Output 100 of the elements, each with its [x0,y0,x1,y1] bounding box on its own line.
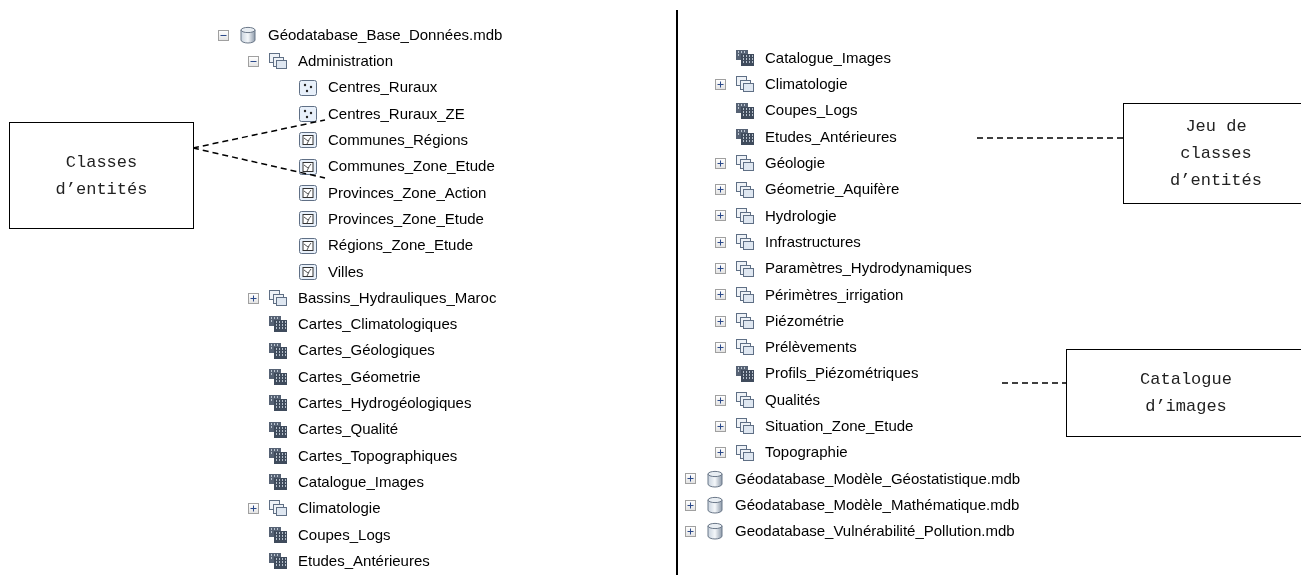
tree-item-label[interactable]: Villes [328,260,364,284]
tree-item-label[interactable]: Etudes_Antérieures [765,125,897,149]
expand-toggle[interactable] [715,289,726,301]
point-layer-icon [298,105,318,124]
tree-item-label[interactable]: Communes_Régions [328,129,469,152]
raster-grid-icon [268,394,288,413]
plus-icon [717,159,724,167]
collapse-toggle[interactable] [248,55,259,67]
polygon-layer-icon [298,262,318,281]
expand-toggle[interactable] [248,292,259,304]
stacked-squares-icon [735,391,755,409]
plus-icon [717,291,724,299]
collapse-toggle[interactable] [218,29,229,41]
expand-toggle[interactable] [685,526,696,537]
tree-item-label[interactable]: Topographie [765,441,848,464]
expand-toggle[interactable] [685,499,696,511]
stacked-squares-icon [735,259,755,278]
tree-item-label[interactable]: Geodatabase_Vulnérabilité_Pollution.mdb [735,520,1015,543]
raster-grid-icon [268,473,288,492]
stacked-squares-icon [268,499,288,518]
raster-grid-icon [735,49,755,68]
tree-item-label[interactable]: Provinces_Zone_Etude [328,207,484,231]
expand-toggle[interactable] [685,473,696,485]
stacked-squares-icon [268,289,288,308]
tree-item-label[interactable]: Géodatabase_Base_Données.mdb [268,23,503,47]
tree-item-label[interactable]: Qualités [765,388,821,412]
database-icon [705,496,725,515]
tree-item-label[interactable]: Régions_Zone_Etude [328,234,474,257]
raster-grid-icon [268,525,288,544]
raster-grid-icon [735,128,755,147]
tree-item-label[interactable]: Géodatabase_Modèle_Géostatistique.mdb [735,467,1021,491]
plus-icon [717,265,724,272]
tree-item-label[interactable]: Administration [298,50,394,73]
plus-icon [687,475,694,483]
raster-grid-icon [735,364,755,383]
callout-text: Catalogue d’images [1139,369,1233,418]
tree-item-label[interactable]: Cartes_Climatologiques [298,313,458,336]
polygon-layer-icon [298,131,318,150]
tree-item-label[interactable]: Climatologie [298,497,381,520]
tree-item-label[interactable]: Cartes_Géometrie [298,365,421,389]
raster-grid-icon [268,420,288,439]
stacked-squares-icon [735,233,755,252]
tree-item-label[interactable]: Profils_Piézométriques [765,362,919,385]
plus-icon [250,294,257,302]
tree-item-label[interactable]: Etudes_Antérieures [298,549,430,573]
tree-item-label[interactable]: Hydrologie [765,204,837,228]
expand-toggle[interactable] [715,184,726,196]
tree-item-label[interactable]: Périmètres_irrigation [765,283,904,307]
polygon-layer-icon [298,183,318,202]
tree-item-label[interactable]: Situation_Zone_Etude [765,415,914,438]
plus-icon [250,505,257,512]
plus-icon [717,449,724,457]
expand-toggle[interactable] [715,447,726,459]
plus-icon [717,317,724,325]
tree-item-label[interactable]: Climatologie [765,73,848,96]
plus-icon [717,238,724,246]
expand-toggle[interactable] [715,341,726,353]
expand-toggle[interactable] [715,236,726,248]
plus-icon [717,343,724,351]
tree-item-label[interactable]: Catalogue_Images [765,46,891,70]
tree-item-label[interactable]: Géometrie_Aquifère [765,178,900,201]
tree-item-label[interactable]: Cartes_Géologiques [298,339,435,362]
expand-toggle[interactable] [715,210,726,222]
tree-item-label[interactable]: Centres_Ruraux [328,76,438,99]
expand-toggle[interactable] [248,503,259,514]
tree-item-label[interactable]: Piézométrie [765,309,845,333]
stacked-squares-icon [735,312,755,331]
tree-item-label[interactable]: Provinces_Zone_Action [328,181,487,205]
tree-item-label[interactable]: Cartes_Topographiques [298,444,458,468]
tree-item-label[interactable]: Paramètres_Hydrodynamiques [765,257,972,280]
tree-item-label[interactable]: Prélèvements [765,336,857,359]
tree-item-label[interactable]: Géologie [765,152,826,175]
tree-item-label[interactable]: Coupes_Logs [298,523,391,547]
expand-toggle[interactable] [715,78,726,90]
database-icon [705,522,725,541]
tree-item-label[interactable]: Cartes_Hydrogéologiques [298,392,472,415]
tree-item-label[interactable]: Cartes_Qualité [298,418,399,441]
plus-icon [717,80,724,88]
expand-toggle[interactable] [715,394,726,406]
raster-grid-icon [268,315,288,334]
raster-grid-icon [268,341,288,360]
expand-toggle[interactable] [715,420,726,432]
point-layer-icon [298,78,318,97]
tree-item-label[interactable]: Infrastructures [765,230,861,254]
tree-item-label[interactable]: Géodatabase_Modèle_Mathématique.mdb [735,493,1020,517]
plus-icon [717,396,724,404]
polygon-layer-icon [298,210,318,229]
polygon-layer-icon [298,236,318,255]
expand-toggle[interactable] [715,263,726,274]
tree-item-label[interactable]: Bassins_Hydrauliques_Maroc [298,286,497,310]
expand-toggle[interactable] [715,315,726,327]
plus-icon [717,186,724,194]
stacked-squares-icon [735,443,755,462]
tree-item-label[interactable]: Catalogue_Images [298,470,424,494]
stacked-squares-icon [735,338,755,357]
tree-item-label[interactable]: Coupes_Logs [765,99,858,122]
tree-item-label[interactable]: Centres_Ruraux_ZE [328,102,465,126]
tree-item-label[interactable]: Communes_Zone_Etude [328,155,495,178]
raster-grid-icon [735,101,755,120]
expand-toggle[interactable] [715,157,726,169]
